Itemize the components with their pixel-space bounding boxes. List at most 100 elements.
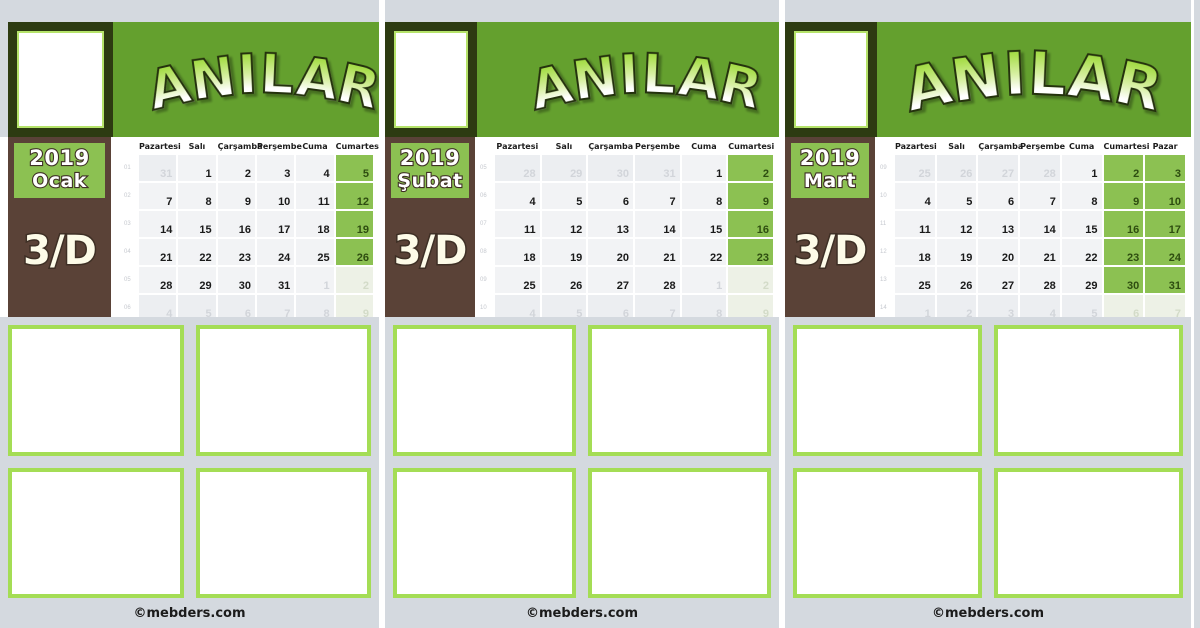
calendar-day-cell[interactable]: 4 xyxy=(495,183,540,209)
calendar-day-cell[interactable]: 21 xyxy=(634,239,680,265)
header-photo-frame[interactable] xyxy=(785,22,877,137)
calendar-day-cell[interactable]: 12 xyxy=(335,183,373,209)
calendar-day-cell[interactable]: 7 xyxy=(634,183,680,209)
header-photo-frame[interactable] xyxy=(385,22,477,137)
calendar-day-cell[interactable]: 28 xyxy=(634,267,680,293)
calendar-day-cell[interactable]: 26 xyxy=(335,239,373,265)
calendar-day-cell[interactable]: 1 xyxy=(296,267,334,293)
calendar-day-cell[interactable]: 24 xyxy=(256,239,295,265)
calendar-day-cell[interactable]: 8 xyxy=(681,295,727,317)
calendar-day-cell[interactable]: 12 xyxy=(936,211,977,237)
calendar-day-cell[interactable]: 13 xyxy=(588,211,633,237)
calendar-day-cell[interactable]: 31 xyxy=(256,267,295,293)
calendar-day-cell[interactable]: 7 xyxy=(1020,183,1060,209)
calendar-day-cell[interactable]: 5 xyxy=(1061,295,1102,317)
calendar-day-cell[interactable]: 28 xyxy=(495,155,540,181)
calendar-day-cell[interactable]: 5 xyxy=(541,183,587,209)
calendar-day-cell[interactable]: 3 xyxy=(978,295,1019,317)
calendar-day-cell[interactable]: 1 xyxy=(681,267,727,293)
calendar-day-cell[interactable]: 28 xyxy=(139,267,177,293)
calendar-day-cell[interactable]: 2 xyxy=(335,267,373,293)
calendar-day-cell[interactable]: 8 xyxy=(296,295,334,317)
calendar-day-cell[interactable]: 28 xyxy=(1020,155,1060,181)
calendar-day-cell[interactable]: 26 xyxy=(936,155,977,181)
calendar-day-cell[interactable]: 6 xyxy=(217,295,255,317)
calendar-day-cell[interactable]: 2 xyxy=(936,295,977,317)
calendar-day-cell[interactable]: 14 xyxy=(139,211,177,237)
calendar-day-cell[interactable]: 9 xyxy=(1103,183,1144,209)
calendar-day-cell[interactable]: 11 xyxy=(495,211,540,237)
photo-frame-placeholder[interactable] xyxy=(588,325,771,456)
calendar-day-cell[interactable]: 6 xyxy=(588,295,633,317)
calendar-day-cell[interactable]: 4 xyxy=(1020,295,1060,317)
calendar-day-cell[interactable]: 15 xyxy=(178,211,216,237)
calendar-day-cell[interactable]: 30 xyxy=(588,155,633,181)
photo-frame-placeholder[interactable] xyxy=(793,325,982,456)
calendar-day-cell[interactable]: 14 xyxy=(1020,211,1060,237)
photo-frame-placeholder[interactable] xyxy=(793,467,982,598)
calendar-day-cell[interactable]: 31 xyxy=(139,155,177,181)
calendar-day-cell[interactable]: 6 xyxy=(1103,295,1144,317)
calendar-day-cell[interactable]: 25 xyxy=(495,267,540,293)
calendar-day-cell[interactable]: 5 xyxy=(335,155,373,181)
calendar-day-cell[interactable]: 3 xyxy=(1145,155,1185,181)
calendar-day-cell[interactable]: 29 xyxy=(178,267,216,293)
calendar-day-cell[interactable]: 8 xyxy=(1061,183,1102,209)
calendar-day-cell[interactable]: 27 xyxy=(588,267,633,293)
calendar-day-cell[interactable]: 25 xyxy=(895,155,935,181)
calendar-day-cell[interactable]: 2 xyxy=(728,155,773,181)
calendar-day-cell[interactable]: 23 xyxy=(1103,239,1144,265)
calendar-day-cell[interactable]: 31 xyxy=(634,155,680,181)
calendar-day-cell[interactable]: 26 xyxy=(936,267,977,293)
calendar-day-cell[interactable]: 5 xyxy=(936,183,977,209)
calendar-day-cell[interactable]: 8 xyxy=(178,183,216,209)
calendar-day-cell[interactable]: 8 xyxy=(681,183,727,209)
calendar-day-cell[interactable]: 31 xyxy=(1145,267,1185,293)
calendar-day-cell[interactable]: 6 xyxy=(588,183,633,209)
calendar-day-cell[interactable]: 7 xyxy=(1145,295,1185,317)
calendar-day-cell[interactable]: 29 xyxy=(541,155,587,181)
calendar-day-cell[interactable]: 18 xyxy=(296,211,334,237)
calendar-day-cell[interactable]: 7 xyxy=(634,295,680,317)
calendar-day-cell[interactable]: 1 xyxy=(1061,155,1102,181)
calendar-day-cell[interactable]: 19 xyxy=(541,239,587,265)
calendar-day-cell[interactable]: 28 xyxy=(1020,267,1060,293)
calendar-day-cell[interactable]: 26 xyxy=(541,267,587,293)
calendar-day-cell[interactable]: 30 xyxy=(217,267,255,293)
calendar-day-cell[interactable]: 9 xyxy=(217,183,255,209)
calendar-day-cell[interactable]: 13 xyxy=(978,211,1019,237)
calendar-day-cell[interactable]: 15 xyxy=(1061,211,1102,237)
calendar-day-cell[interactable]: 24 xyxy=(1145,239,1185,265)
calendar-day-cell[interactable]: 30 xyxy=(1103,267,1144,293)
header-photo-placeholder[interactable] xyxy=(794,31,868,128)
calendar-day-cell[interactable]: 22 xyxy=(681,239,727,265)
calendar-day-cell[interactable]: 29 xyxy=(1061,267,1102,293)
calendar-day-cell[interactable]: 22 xyxy=(178,239,216,265)
calendar-day-cell[interactable]: 10 xyxy=(1145,183,1185,209)
calendar-day-cell[interactable]: 10 xyxy=(256,183,295,209)
calendar-day-cell[interactable]: 7 xyxy=(139,183,177,209)
calendar-day-cell[interactable]: 17 xyxy=(1145,211,1185,237)
calendar-day-cell[interactable]: 17 xyxy=(256,211,295,237)
calendar-day-cell[interactable]: 5 xyxy=(178,295,216,317)
calendar-day-cell[interactable]: 7 xyxy=(256,295,295,317)
header-photo-placeholder[interactable] xyxy=(17,31,104,128)
photo-frame-placeholder[interactable] xyxy=(588,467,771,598)
calendar-day-cell[interactable]: 1 xyxy=(681,155,727,181)
calendar-day-cell[interactable]: 14 xyxy=(634,211,680,237)
calendar-day-cell[interactable]: 11 xyxy=(895,211,935,237)
calendar-day-cell[interactable]: 21 xyxy=(1020,239,1060,265)
calendar-day-cell[interactable]: 3 xyxy=(256,155,295,181)
photo-frame-placeholder[interactable] xyxy=(195,467,371,598)
calendar-day-cell[interactable]: 21 xyxy=(139,239,177,265)
calendar-day-cell[interactable]: 4 xyxy=(895,183,935,209)
calendar-day-cell[interactable]: 9 xyxy=(728,183,773,209)
calendar-day-cell[interactable]: 27 xyxy=(978,267,1019,293)
calendar-day-cell[interactable]: 12 xyxy=(541,211,587,237)
header-photo-placeholder[interactable] xyxy=(394,31,468,128)
header-photo-frame[interactable] xyxy=(8,22,113,137)
calendar-day-cell[interactable]: 19 xyxy=(335,211,373,237)
calendar-day-cell[interactable]: 23 xyxy=(728,239,773,265)
calendar-day-cell[interactable]: 4 xyxy=(296,155,334,181)
calendar-day-cell[interactable]: 20 xyxy=(978,239,1019,265)
